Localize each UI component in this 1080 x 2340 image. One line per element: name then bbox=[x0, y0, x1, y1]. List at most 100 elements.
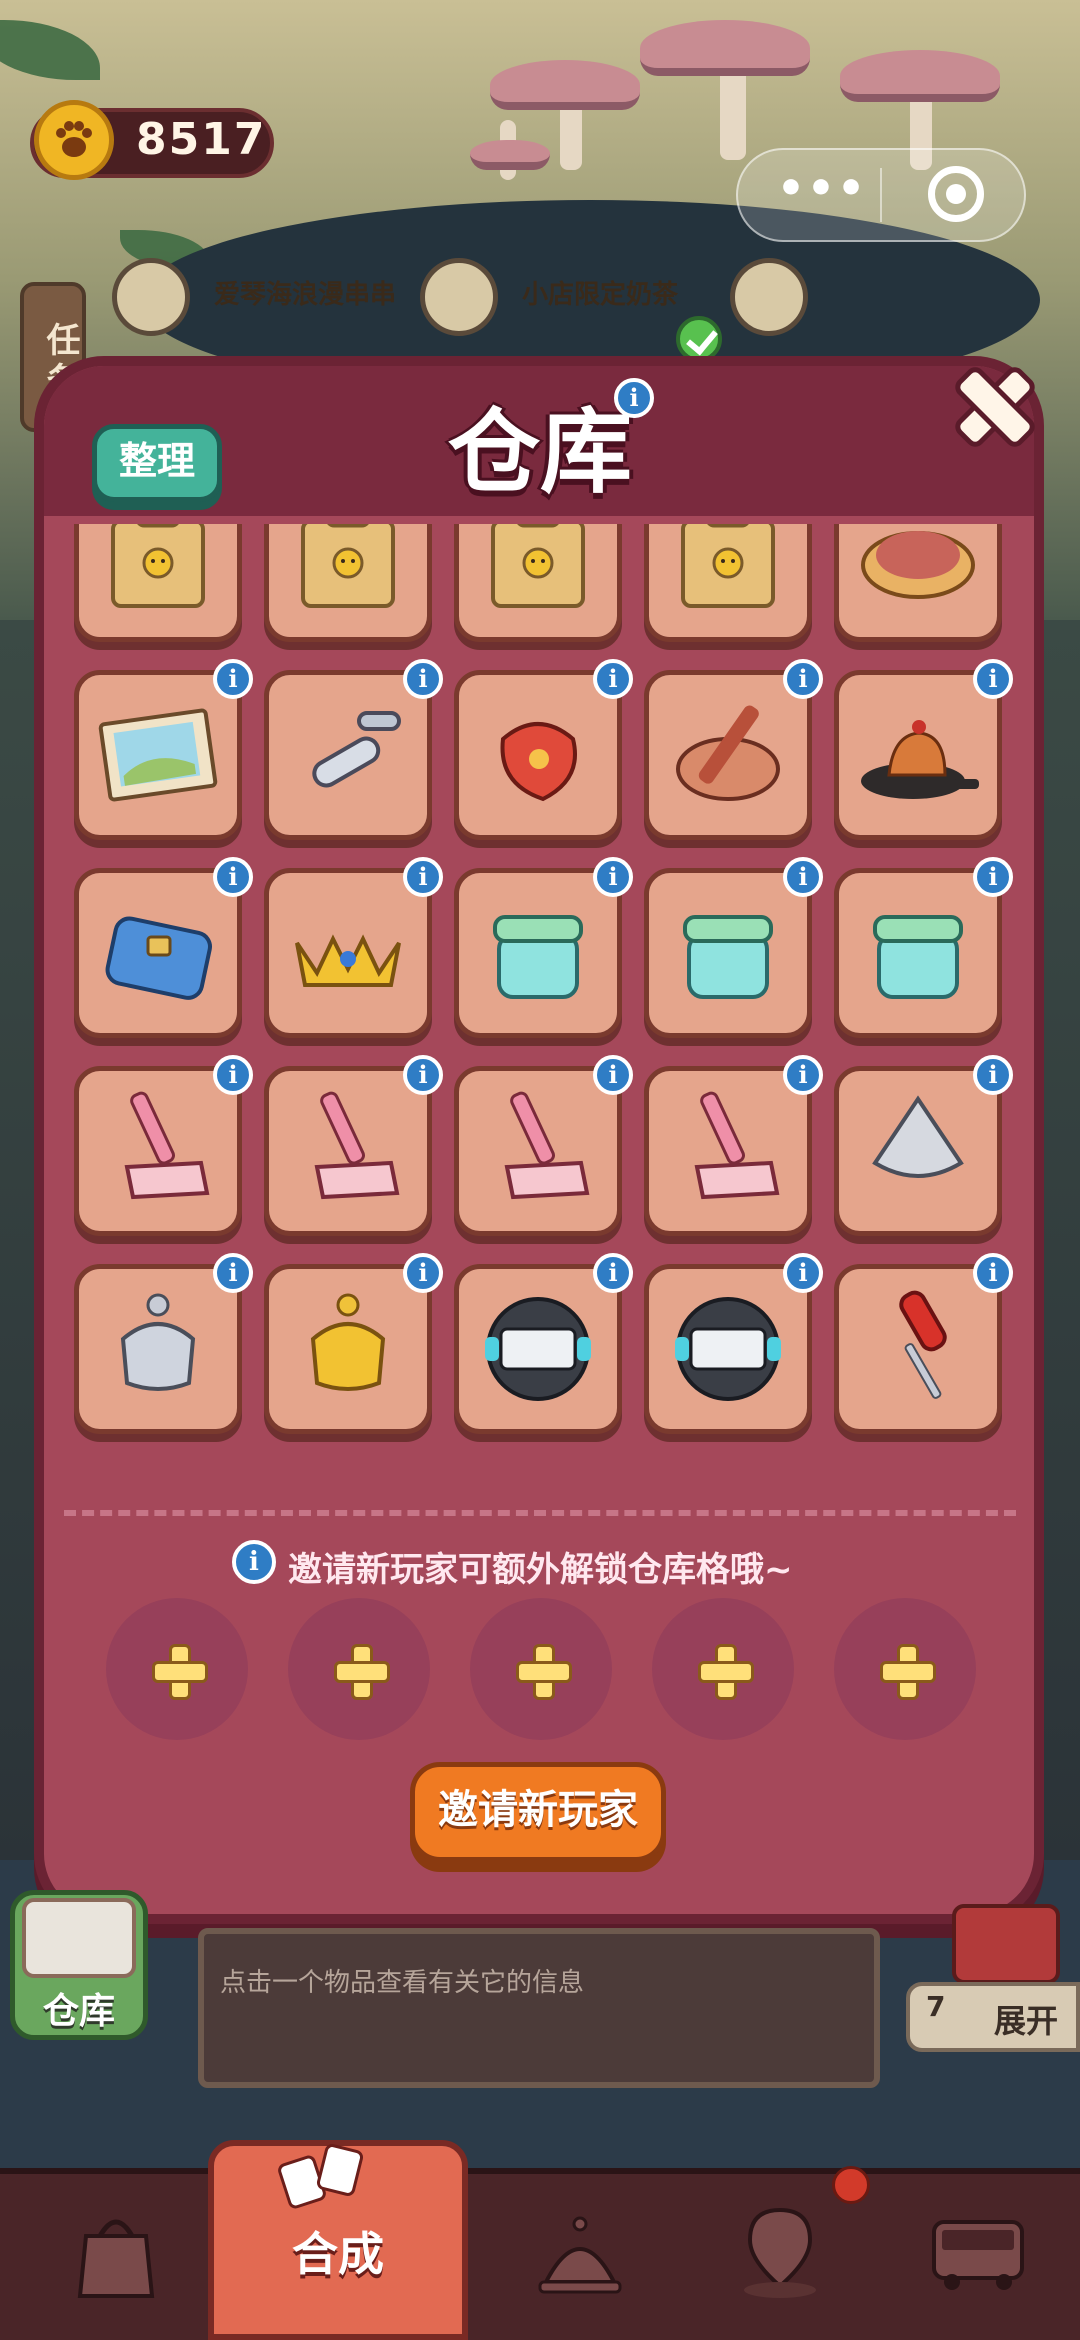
item-info-icon[interactable]: i bbox=[973, 659, 1013, 699]
item-info-icon[interactable]: i bbox=[213, 857, 253, 897]
locked-slot[interactable] bbox=[106, 1598, 248, 1740]
snack-box-icon bbox=[93, 524, 223, 619]
expand-label: 展开 bbox=[994, 2002, 1059, 2040]
item-info-icon[interactable]: i bbox=[783, 659, 823, 699]
item-slot[interactable]: i bbox=[644, 524, 812, 642]
pink-shovel-icon bbox=[93, 1085, 223, 1213]
basket-icon bbox=[663, 689, 793, 817]
item-slot[interactable]: i bbox=[74, 524, 242, 642]
invite-button[interactable]: 邀请新玩家 bbox=[410, 1762, 666, 1862]
item-info-icon[interactable]: i bbox=[403, 659, 443, 699]
quest-label-1: 爱琴海浪漫串串 bbox=[214, 280, 397, 310]
snack-box-icon bbox=[283, 524, 413, 619]
bus-icon[interactable] bbox=[926, 2196, 1080, 2340]
item-slot[interactable]: i bbox=[264, 857, 443, 1038]
target-icon[interactable] bbox=[928, 166, 984, 222]
item-info-icon[interactable]: i bbox=[403, 857, 443, 897]
item-slot[interactable]: i bbox=[454, 857, 633, 1038]
item-slot[interactable]: i bbox=[454, 1055, 633, 1236]
capsule-divider bbox=[880, 168, 882, 222]
item-info-icon[interactable]: i bbox=[213, 659, 253, 699]
plus-icon bbox=[698, 1644, 754, 1700]
item-slot[interactable]: i bbox=[74, 857, 253, 1038]
skewer-icon bbox=[112, 258, 190, 336]
locked-slot[interactable] bbox=[288, 1598, 430, 1740]
quest-label-2: 小店限定奶茶 bbox=[522, 280, 679, 310]
screwdriver-icon bbox=[853, 1283, 983, 1411]
item-slot[interactable]: i bbox=[264, 524, 432, 642]
item-slot[interactable]: i bbox=[454, 1253, 633, 1434]
milk-tea-icon bbox=[420, 258, 498, 336]
locked-slot[interactable] bbox=[652, 1598, 794, 1740]
item-slot[interactable]: i bbox=[644, 857, 823, 1038]
more-button[interactable]: ••• bbox=[760, 158, 884, 230]
invite-hint-text: 邀请新玩家可额外解锁仓库格哦~ bbox=[288, 1550, 793, 1590]
item-info-icon[interactable]: i bbox=[973, 1055, 1013, 1095]
item-info-icon[interactable]: i bbox=[593, 659, 633, 699]
item-grid[interactable]: iiiiiiiiiiiiiiiiiiiiiiiii bbox=[56, 524, 1024, 1494]
item-info-box bbox=[198, 1928, 880, 2088]
locked-slot[interactable] bbox=[470, 1598, 612, 1740]
hand-crank-icon bbox=[283, 689, 413, 817]
pink-shovel-icon bbox=[663, 1085, 793, 1213]
item-slot[interactable]: i bbox=[834, 857, 1013, 1038]
sort-button[interactable]: 整理 bbox=[92, 424, 222, 502]
pink-shovel-icon bbox=[473, 1085, 603, 1213]
map-pin-icon[interactable] bbox=[730, 2196, 910, 2340]
item-slot[interactable]: i bbox=[644, 659, 823, 840]
item-info-icon[interactable]: i bbox=[973, 857, 1013, 897]
item-slot[interactable]: i bbox=[454, 524, 622, 642]
panel-title: 仓库 bbox=[447, 399, 632, 506]
item-slot[interactable]: i bbox=[834, 1253, 1013, 1434]
item-info-icon[interactable]: i bbox=[783, 1253, 823, 1293]
item-info-icon[interactable]: i bbox=[593, 1055, 633, 1095]
coin-amount: 8517 bbox=[136, 114, 267, 165]
plus-icon bbox=[152, 1644, 208, 1700]
meat-pizza-icon bbox=[853, 524, 983, 619]
item-slot[interactable]: i bbox=[264, 1253, 443, 1434]
item-info-icon[interactable]: i bbox=[593, 1253, 633, 1293]
warehouse-button-label: 仓库 bbox=[42, 1991, 115, 2032]
item-info-icon[interactable]: i bbox=[403, 1055, 443, 1095]
item-info-icon[interactable]: i bbox=[783, 1055, 823, 1095]
stopwatch-icon bbox=[663, 1283, 793, 1411]
warehouse-box-icon bbox=[22, 1898, 136, 1978]
item-slot[interactable]: i bbox=[264, 659, 443, 840]
item-slot[interactable]: i bbox=[74, 659, 253, 840]
dish-icon bbox=[730, 258, 808, 336]
item-info-icon[interactable]: i bbox=[403, 1253, 443, 1293]
item-info-icon[interactable]: i bbox=[783, 857, 823, 897]
item-info-text: 点击一个物品查看有关它的信息 bbox=[220, 1968, 585, 1998]
hint-info-icon[interactable]: i bbox=[232, 1540, 276, 1584]
shop-bag-icon[interactable] bbox=[66, 2196, 246, 2340]
item-info-icon[interactable]: i bbox=[213, 1253, 253, 1293]
cake-board-icon bbox=[853, 689, 983, 817]
item-slot[interactable]: i bbox=[834, 524, 1002, 642]
plus-icon bbox=[880, 1644, 936, 1700]
silver-top-icon bbox=[853, 1085, 983, 1213]
blue-bag-icon bbox=[93, 887, 223, 1015]
bell-icon[interactable] bbox=[530, 2196, 710, 2340]
expand-count: 7 bbox=[926, 1990, 946, 2023]
craft-icon[interactable] bbox=[270, 2136, 450, 2286]
item-slot[interactable]: i bbox=[834, 659, 1013, 840]
item-slot[interactable]: i bbox=[834, 1055, 1013, 1236]
plus-icon bbox=[516, 1644, 572, 1700]
teal-jar-icon bbox=[663, 887, 793, 1015]
paw-coin-icon bbox=[34, 100, 114, 180]
item-info-icon[interactable]: i bbox=[593, 857, 633, 897]
item-info-icon[interactable]: i bbox=[213, 1055, 253, 1095]
stopwatch-icon bbox=[473, 1283, 603, 1411]
item-slot[interactable]: i bbox=[454, 659, 633, 840]
item-slot[interactable]: i bbox=[644, 1055, 823, 1236]
title-info-icon[interactable]: i bbox=[614, 378, 654, 418]
close-icon[interactable] bbox=[948, 360, 1032, 444]
item-slot[interactable]: i bbox=[264, 1055, 443, 1236]
item-info-icon[interactable]: i bbox=[973, 1253, 1013, 1293]
gold-crown-icon bbox=[283, 887, 413, 1015]
item-slot[interactable]: i bbox=[644, 1253, 823, 1434]
locked-slot[interactable] bbox=[834, 1598, 976, 1740]
item-slot[interactable]: i bbox=[74, 1253, 253, 1434]
pink-shovel-icon bbox=[283, 1085, 413, 1213]
item-slot[interactable]: i bbox=[74, 1055, 253, 1236]
